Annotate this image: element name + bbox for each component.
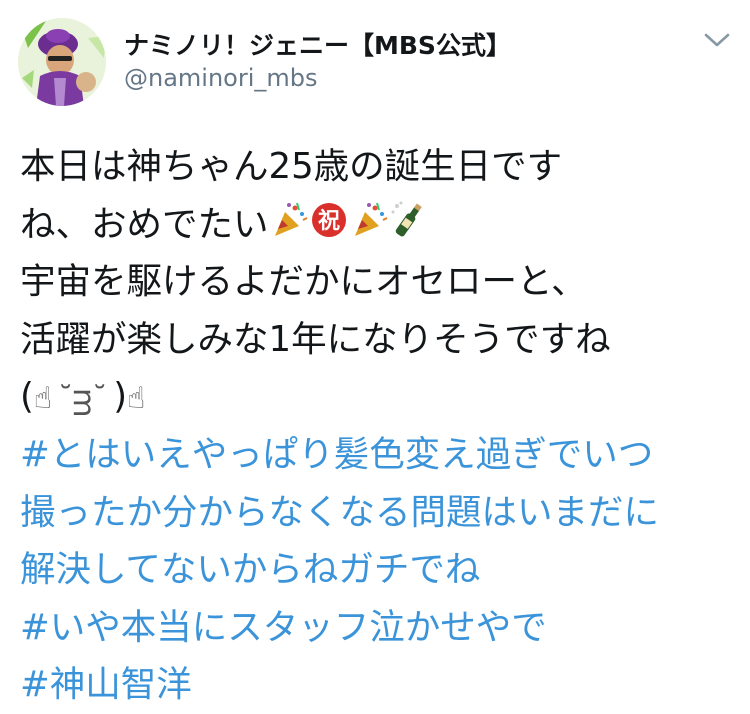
hashtag-link[interactable]: #いや本当にスタッフ泣かせやで	[20, 599, 740, 657]
tweet-text: 本日は神ちゃん25歳の誕生日です ね、おめでたい 祝 宇宙を駆けるよだかにオセロ…	[20, 138, 740, 714]
tweet-line: 活躍が楽しみな1年になりそうですね	[20, 318, 611, 360]
tweet-line-text: ね、おめでたい	[20, 203, 269, 245]
pointing-hand-icon: ☝	[127, 381, 146, 417]
hashtag-link[interactable]: 解決してないからねガチでね	[20, 541, 740, 599]
champagne-bottle-icon	[389, 200, 429, 240]
chevron-down-icon[interactable]	[700, 28, 734, 52]
svg-text:祝: 祝	[318, 209, 340, 234]
kaomoji-face: ˘ᴟ˘	[58, 381, 108, 417]
display-name[interactable]: ナミノリ！ジェニー【MBS公式】	[124, 26, 511, 62]
user-handle[interactable]: @naminori_mbs	[124, 64, 318, 92]
congratulation-ideograph-icon: 祝	[309, 200, 349, 240]
tweet-line: 宇宙を駆けるよだかにオセローと、	[20, 261, 587, 303]
tweet-line: 本日は神ちゃん25歳の誕生日です	[20, 146, 563, 187]
kaomoji-line: (☝ ˘ᴟ˘)☝	[20, 368, 740, 426]
hashtag-link[interactable]: #とはいえやっぱり髪色変え過ぎでいつ	[20, 426, 740, 484]
party-popper-icon	[349, 200, 389, 240]
hashtag-link[interactable]: #神山智洋	[20, 656, 740, 714]
tweet-header: ナミノリ！ジェニー【MBS公式】 @naminori_mbs	[0, 0, 750, 110]
hashtag-link[interactable]: 撮ったか分からなくなる問題はいまだに	[20, 484, 740, 542]
kaomoji-open: (	[20, 376, 34, 418]
tweet-line: ね、おめでたい 祝	[20, 196, 740, 254]
party-popper-icon	[269, 200, 309, 240]
pointing-hand-icon: ☝	[33, 381, 53, 417]
avatar[interactable]	[18, 18, 106, 106]
kaomoji-close: )	[113, 376, 128, 418]
